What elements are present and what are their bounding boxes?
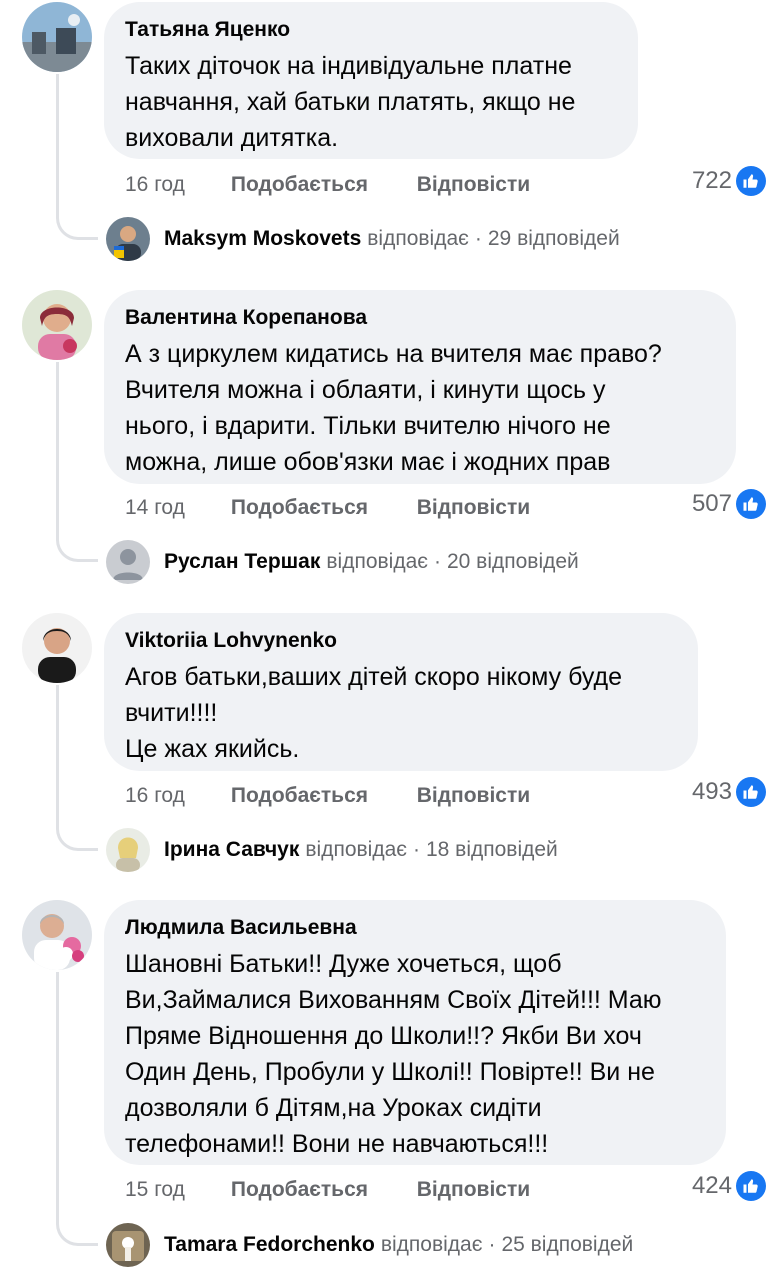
view-replies[interactable]: Tamara Fedorchenko відповідає · 25 відпо…: [106, 1223, 633, 1267]
comment-time[interactable]: 15 год: [125, 1177, 225, 1203]
like-thumb-icon: [736, 777, 766, 807]
like-button[interactable]: Подобається: [231, 495, 411, 521]
comment-text: А з циркулем кидатись на вчителя має пра…: [125, 340, 662, 476]
reply-button[interactable]: Відповісти: [417, 783, 530, 809]
comment: Viktoriia Lohvynenko Агов батьки,ваших д…: [0, 613, 780, 883]
thread-line: [56, 74, 98, 240]
reply-author[interactable]: Руслан Тершак: [164, 550, 320, 574]
like-thumb-icon: [736, 489, 766, 519]
comment-time[interactable]: 16 год: [125, 172, 225, 198]
comment-text: Шановні Батьки!! Дуже хочеться, щоб Ви,З…: [125, 950, 662, 1158]
like-button[interactable]: Подобається: [231, 783, 411, 809]
reply-button[interactable]: Відповісти: [417, 1177, 530, 1203]
comment-bubble: Viktoriia Lohvynenko Агов батьки,ваших д…: [104, 613, 698, 771]
like-button[interactable]: Подобається: [231, 172, 411, 198]
comment-bubble: Людмила Васильевна Шановні Батьки!! Дуже…: [104, 900, 726, 1165]
thread-line: [56, 362, 98, 562]
reply-avatar: [106, 1223, 150, 1267]
separator-dot: ·: [412, 838, 420, 861]
like-button[interactable]: Подобається: [231, 1177, 411, 1203]
comment-bubble: Татьяна Яценко Таких діточок на індивіду…: [104, 2, 638, 159]
reply-verb: відповідає: [326, 550, 428, 573]
comment-actions: 16 год Подобається Відповісти: [125, 783, 530, 809]
reaction-count: 722: [691, 167, 732, 194]
reply-count: 25 відповідей: [501, 1233, 634, 1256]
reaction-summary[interactable]: 507: [692, 489, 766, 519]
comment-text: Агов батьки,ваших дітей скоро нікому буд…: [125, 663, 622, 763]
avatar[interactable]: [22, 613, 92, 683]
reaction-summary[interactable]: 722: [692, 166, 766, 196]
reply-verb: відповідає: [380, 1233, 483, 1256]
reply-button[interactable]: Відповісти: [417, 495, 530, 521]
avatar[interactable]: [22, 900, 92, 970]
reply-avatar: [106, 828, 150, 872]
comment-author[interactable]: Татьяна Яценко: [125, 17, 614, 43]
reaction-count: 493: [691, 778, 732, 805]
comment-actions: 14 год Подобається Відповісти: [125, 495, 530, 521]
view-replies[interactable]: Ірина Савчук відповідає · 18 відповідей: [106, 828, 558, 872]
like-thumb-icon: [736, 1171, 766, 1201]
separator-dot: ·: [488, 1233, 496, 1256]
reply-avatar: [106, 540, 150, 584]
thread-line: [56, 685, 98, 851]
reply-avatar: [106, 217, 150, 261]
like-thumb-icon: [736, 166, 766, 196]
thread-line: [56, 972, 98, 1246]
comment-author[interactable]: Валентина Корепанова: [125, 305, 712, 331]
reply-verb: відповідає: [305, 838, 407, 861]
comment: Людмила Васильевна Шановні Батьки!! Дуже…: [0, 900, 780, 1272]
comment: Татьяна Яценко Таких діточок на індивіду…: [0, 2, 780, 272]
avatar[interactable]: [22, 2, 92, 72]
comment-author[interactable]: Людмила Васильевна: [125, 915, 702, 941]
reply-count: 29 відповідей: [487, 227, 620, 250]
reply-count: 18 відповідей: [425, 838, 558, 861]
reaction-count: 507: [691, 490, 732, 517]
comment: Валентина Корепанова А з циркулем кидати…: [0, 290, 780, 590]
comment-time[interactable]: 16 год: [125, 783, 225, 809]
reaction-summary[interactable]: 493: [692, 777, 766, 807]
reply-author[interactable]: Ірина Савчук: [164, 838, 299, 862]
comment-text: Таких діточок на індивідуальне платне на…: [125, 52, 576, 152]
reaction-count: 424: [691, 1172, 732, 1199]
reply-count: 20 відповідей: [446, 550, 579, 573]
separator-dot: ·: [474, 227, 482, 250]
reaction-summary[interactable]: 424: [692, 1171, 766, 1201]
comment-bubble: Валентина Корепанова А з циркулем кидати…: [104, 290, 736, 484]
comment-time[interactable]: 14 год: [125, 495, 225, 521]
view-replies[interactable]: Руслан Тершак відповідає · 20 відповідей: [106, 540, 579, 584]
comment-actions: 15 год Подобається Відповісти: [125, 1177, 530, 1203]
reply-button[interactable]: Відповісти: [417, 172, 530, 198]
comment-author[interactable]: Viktoriia Lohvynenko: [125, 628, 674, 654]
avatar[interactable]: [22, 290, 92, 360]
separator-dot: ·: [433, 550, 441, 573]
reply-author[interactable]: Tamara Fedorchenko: [164, 1233, 375, 1257]
comment-actions: 16 год Подобається Відповісти: [125, 172, 530, 198]
view-replies[interactable]: Maksym Moskovets відповідає · 29 відпові…: [106, 217, 620, 261]
reply-author[interactable]: Maksym Moskovets: [164, 227, 361, 251]
reply-verb: відповідає: [367, 227, 469, 250]
